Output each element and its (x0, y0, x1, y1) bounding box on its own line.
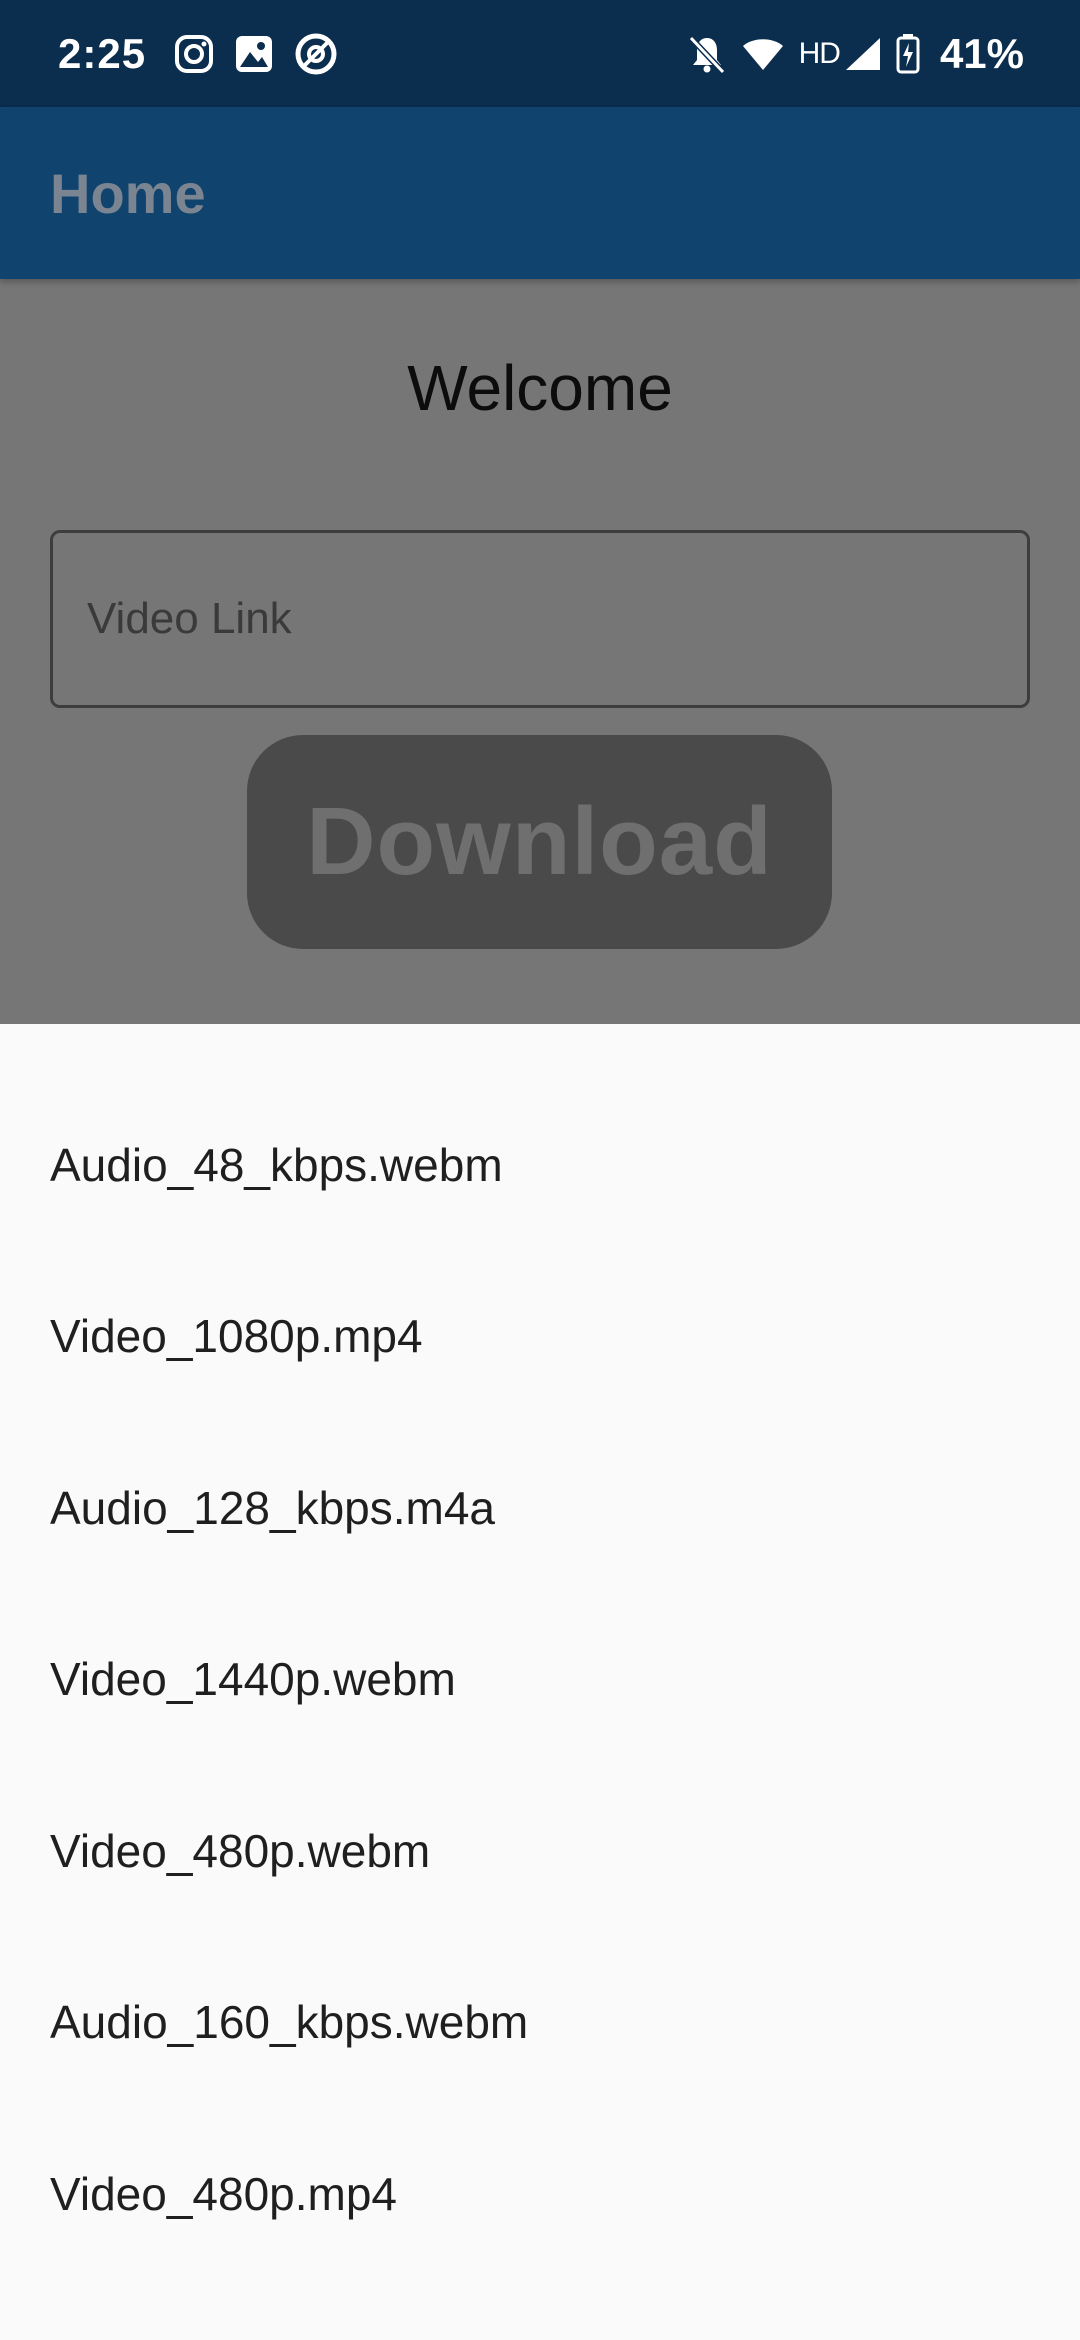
video-link-input[interactable]: Video Link (50, 530, 1030, 708)
format-list: Audio_48_kbps.webm Video_1080p.mp4 Audio… (0, 1024, 1080, 2340)
scrim-overlay[interactable]: Welcome Video Link Download (0, 279, 1080, 1024)
format-item-video-1080p-webm[interactable]: Video_1080p.webm (0, 2280, 1080, 2340)
battery-percent: 41% (939, 29, 1024, 77)
video-link-placeholder: Video Link (87, 594, 292, 643)
format-item-audio-160-kbps-webm[interactable]: Audio_160_kbps.webm (0, 1937, 1080, 2109)
format-bottom-sheet: Audio_48_kbps.webm Video_1080p.mp4 Audio… (0, 1024, 1080, 2340)
status-bar: 2:25 HD 41% (0, 0, 1080, 107)
signal-icon (844, 36, 882, 72)
gallery-icon (234, 34, 274, 74)
format-item-video-480p-webm[interactable]: Video_480p.webm (0, 1765, 1080, 1937)
download-button-label: Download (306, 788, 773, 895)
status-bar-right: HD 41% (687, 30, 1024, 78)
app-bar: Home (0, 107, 1080, 279)
format-item-video-1080p-mp4[interactable]: Video_1080p.mp4 (0, 1251, 1080, 1423)
sync-icon (294, 32, 338, 76)
instagram-icon (174, 34, 214, 74)
format-item-video-480p-mp4[interactable]: Video_480p.mp4 (0, 2108, 1080, 2280)
page-title: Home (50, 161, 206, 225)
download-button[interactable]: Download (247, 735, 832, 949)
format-item-audio-48-kbps-webm[interactable]: Audio_48_kbps.webm (0, 1079, 1080, 1251)
clock: 2:25 (58, 29, 147, 77)
format-item-video-1440p-webm[interactable]: Video_1440p.webm (0, 1594, 1080, 1766)
wifi-icon (741, 36, 785, 72)
screen: 2:25 HD 41% Home Welcome Video Link Down… (0, 0, 1080, 2340)
welcome-heading: Welcome (407, 352, 673, 424)
network-type-label: HD (798, 36, 841, 70)
battery-charging-icon (896, 33, 920, 74)
format-item-audio-128-kbps-m4a[interactable]: Audio_128_kbps.m4a (0, 1422, 1080, 1594)
notifications-off-icon (687, 34, 727, 74)
status-bar-left: 2:25 (58, 30, 358, 78)
